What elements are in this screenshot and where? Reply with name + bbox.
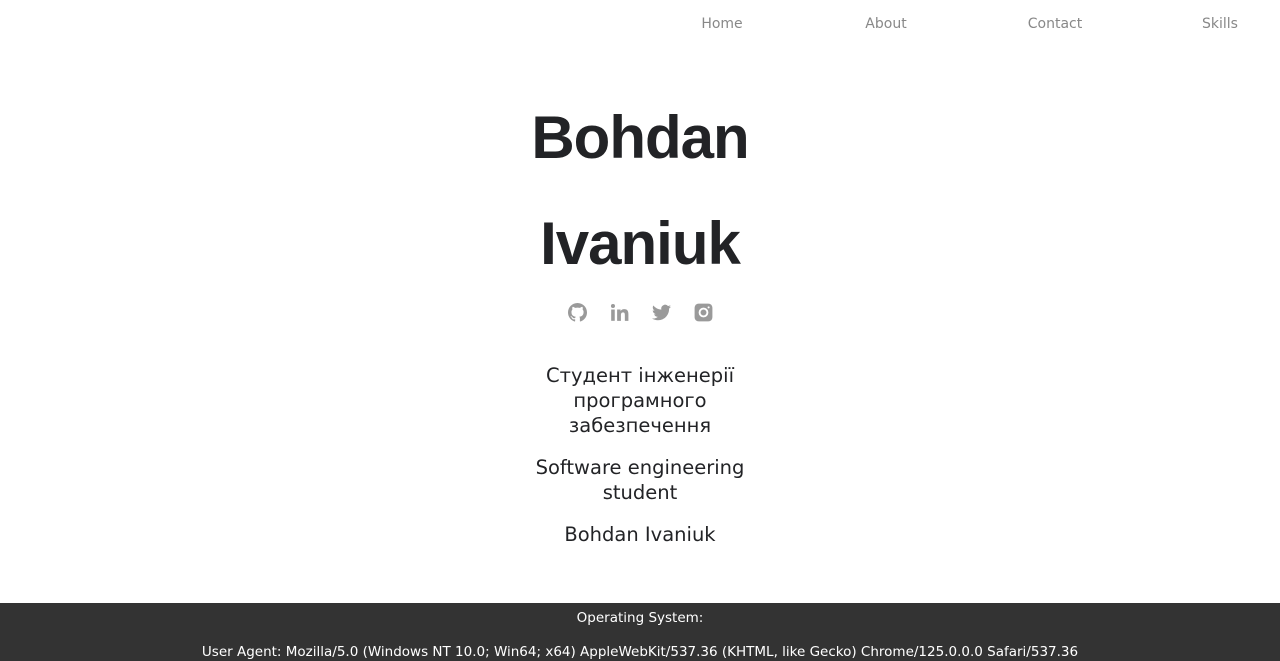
footer-os-label: Operating System: [576,610,704,626]
top-nav: Home About Contact Skills [0,0,1280,50]
hero-first-name: Bohdan [531,104,749,171]
description-english: Software engineering student [535,456,745,504]
nav-skills-link[interactable]: Skills [1202,16,1238,32]
linkedin-icon[interactable] [610,303,629,322]
nav-about-link[interactable]: About [865,16,906,32]
social-links [0,303,1280,322]
description-english-wrapper: Software engineering student [0,455,1280,505]
description-ukrainian: Студент інженерії програмного забезпечен… [546,364,734,437]
description-name: Bohdan Ivaniuk [564,523,716,546]
description-ukrainian-wrapper: Студент інженерії програмного забезпечен… [0,363,1280,438]
nav-contact-link[interactable]: Contact [1028,16,1082,32]
footer-user-agent: User Agent: Mozilla/5.0 (Windows NT 10.0… [201,644,1079,660]
nav-home-link[interactable]: Home [701,16,742,32]
footer: Operating System: User Agent: Mozilla/5.… [0,603,1280,661]
instagram-icon[interactable] [694,303,713,322]
twitter-icon[interactable] [651,303,671,322]
description-name-wrapper: Bohdan Ivaniuk [0,522,1280,547]
github-icon[interactable] [567,303,587,322]
hero-last-name: Ivaniuk [540,210,741,277]
